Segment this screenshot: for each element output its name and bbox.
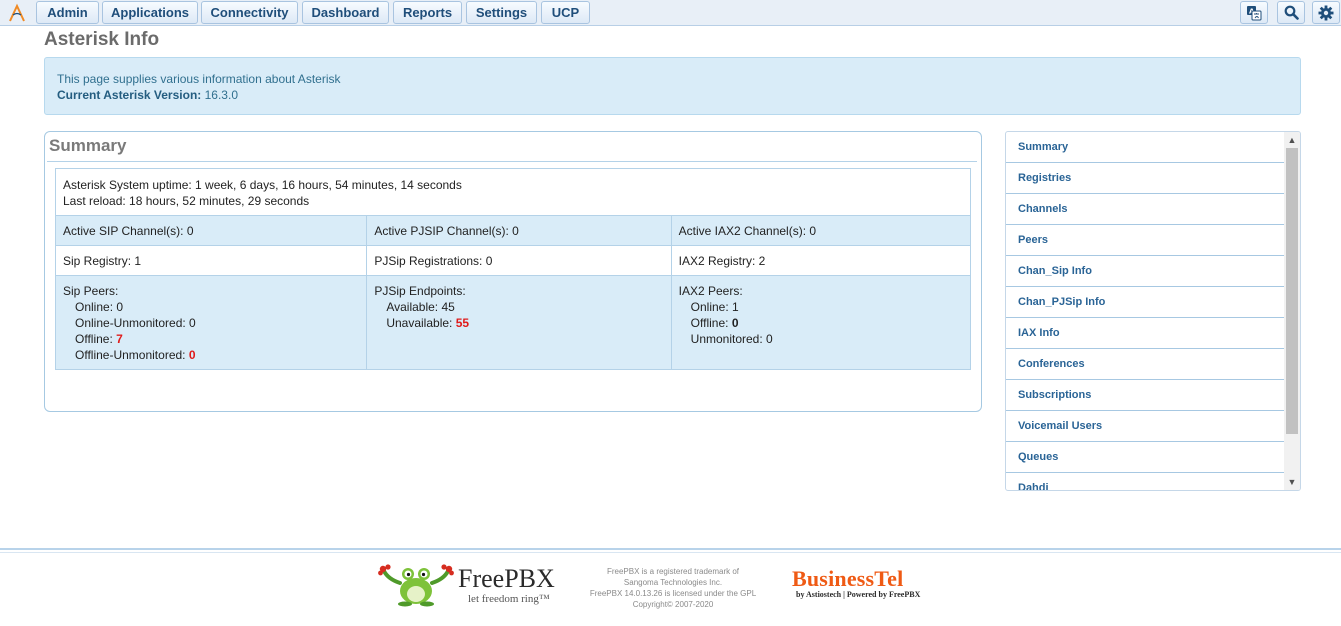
table-row: Sip Peers: Online: 0 Online-Unmonitored:… — [54, 275, 972, 370]
scrollbar-thumb[interactable] — [1286, 148, 1298, 434]
frog-logo-icon — [378, 564, 454, 607]
last-reload-text: Last reload: 18 hours, 52 minutes, 29 se… — [63, 194, 310, 208]
pjsip-registrations-cell: PJSip Registrations: 0 — [366, 245, 672, 276]
pjsip-endpoints-available: Available: 45 — [386, 300, 455, 314]
pjsip-endpoints-cell: PJSip Endpoints: Available: 45 Unavailab… — [366, 275, 672, 370]
scroll-up-icon[interactable]: ▲ — [1287, 135, 1297, 145]
version-value: 16.3.0 — [204, 88, 238, 102]
sip-peers-offline: Offline: 7 — [63, 331, 359, 347]
businesstel-brand: BusinessTel — [792, 566, 904, 591]
uptime-cell: Asterisk System uptime: 1 week, 6 days, … — [55, 168, 971, 216]
version-line: Current Asterisk Version: 16.3.0 — [57, 87, 1288, 103]
iax2-peers-online: Online: 1 — [690, 300, 739, 314]
freepbx-tagline: let freedom ring™ — [468, 593, 550, 605]
scroll-down-icon[interactable]: ▼ — [1287, 477, 1297, 487]
top-navbar: Admin Applications Connectivity Dashboar… — [0, 0, 1341, 26]
nav-ucp-button[interactable]: UCP — [541, 1, 590, 24]
sidebar-item-dahdi[interactable]: Dahdi — [1006, 473, 1284, 490]
businesstel-tagline: by Astiostech | Powered by FreePBX — [796, 590, 921, 599]
version-label: Current Asterisk Version: — [57, 88, 202, 102]
sidebar-item-voicemail-users[interactable]: Voicemail Users — [1006, 411, 1284, 442]
sip-peers-heading: Sip Peers: — [63, 284, 119, 298]
sip-peers-offline-unmonitored: Offline-Unmonitored: 0 — [63, 347, 359, 363]
footer-divider — [0, 548, 1341, 550]
gear-icon — [1318, 5, 1334, 20]
scrollbar[interactable]: ▲ ▼ — [1284, 132, 1300, 490]
legal-line: FreePBX 14.0.13.26 is licensed under the… — [589, 589, 757, 598]
legal-line: Sangoma Technologies Inc. — [623, 578, 723, 587]
uptime-text: Asterisk System uptime: 1 week, 6 days, … — [63, 178, 462, 192]
nav-applications-button[interactable]: Applications — [102, 1, 198, 24]
sip-registry-cell: Sip Registry: 1 — [54, 245, 368, 276]
nav-dashboard-button[interactable]: Dashboard — [302, 1, 389, 24]
nav-reports-button[interactable]: Reports — [393, 1, 462, 24]
summary-panel: Summary Asterisk System uptime: 1 week, … — [44, 131, 982, 412]
sip-channels-cell: Active SIP Channel(s): 0 — [54, 215, 368, 246]
translate-icon: A — [1247, 5, 1262, 20]
iax2-peers-cell: IAX2 Peers: Online: 1 Offline: 0 Unmonit… — [670, 275, 972, 370]
iax2-peers-unmonitored: Unmonitored: 0 — [690, 332, 773, 346]
sidebar-item-chan-pjsip-info[interactable]: Chan_PJSip Info — [1006, 287, 1284, 318]
iax2-peers-offline-label: Offline: — [690, 316, 729, 330]
sidebar-item-registries[interactable]: Registries — [1006, 163, 1284, 194]
table-row: Sip Registry: 1 PJSip Registrations: 0 I… — [54, 245, 972, 276]
sidebar-item-peers[interactable]: Peers — [1006, 225, 1284, 256]
nav-connectivity-button[interactable]: Connectivity — [201, 1, 298, 24]
sidebar-item-channels[interactable]: Channels — [1006, 194, 1284, 225]
iax2-channels-cell: Active IAX2 Channel(s): 0 — [670, 215, 972, 246]
iax2-peers-heading: IAX2 Peers: — [678, 284, 743, 298]
info-text: This page supplies various information a… — [57, 72, 341, 86]
sip-peers-offline-value: 7 — [116, 332, 123, 346]
pjsip-endpoints-unavailable: Unavailable: 55 — [374, 315, 663, 331]
sip-peers-online-unmonitored: Online-Unmonitored: 0 — [75, 316, 196, 330]
sidebar-item-chan-sip-info[interactable]: Chan_Sip Info — [1006, 256, 1284, 287]
sip-peers-online: Online: 0 — [75, 300, 124, 314]
translate-button[interactable]: A — [1240, 1, 1268, 24]
legal-line: FreePBX is a registered trademark of — [606, 567, 740, 576]
freepbx-brand: FreePBX — [458, 564, 555, 593]
pjsip-endpoints-heading: PJSip Endpoints: — [374, 284, 466, 298]
sip-peers-offline-label: Offline: — [75, 332, 113, 346]
pjsip-endpoints-unavailable-value: 55 — [455, 316, 470, 330]
legal-line: Copyright© 2007-2020 — [632, 600, 714, 609]
summary-title: Summary — [49, 136, 127, 155]
summary-divider — [47, 161, 977, 162]
info-alert: This page supplies various information a… — [44, 57, 1301, 115]
table-row: Asterisk System uptime: 1 week, 6 days, … — [55, 168, 971, 216]
settings-button[interactable] — [1312, 1, 1340, 24]
sidebar-item-subscriptions[interactable]: Subscriptions — [1006, 380, 1284, 411]
iax2-peers-offline: Offline: 0 — [679, 315, 963, 331]
freepbx-logo-icon[interactable] — [8, 3, 26, 23]
sip-peers-offline-unmonitored-value: 0 — [188, 348, 196, 362]
footer-divider — [0, 552, 1341, 553]
sip-peers-cell: Sip Peers: Online: 0 Online-Unmonitored:… — [54, 275, 368, 370]
sip-peers-offline-unmonitored-label: Offline-Unmonitored: — [75, 348, 186, 362]
section-nav-list[interactable]: Summary Registries Channels Peers Chan_S… — [1005, 131, 1301, 491]
sidebar-item-conferences[interactable]: Conferences — [1006, 349, 1284, 380]
nav-settings-button[interactable]: Settings — [466, 1, 537, 24]
sidebar-item-iax-info[interactable]: IAX Info — [1006, 318, 1284, 349]
iax2-registry-cell: IAX2 Registry: 2 — [670, 245, 972, 276]
iax2-peers-offline-value: 0 — [731, 316, 739, 330]
nav-admin-button[interactable]: Admin — [36, 1, 99, 24]
legal-text: FreePBX is a registered trademark of San… — [588, 566, 758, 610]
table-row: Active SIP Channel(s): 0 Active PJSIP Ch… — [54, 215, 972, 246]
search-button[interactable] — [1277, 1, 1305, 24]
pjsip-endpoints-unavailable-label: Unavailable: — [386, 316, 453, 330]
summary-table: Asterisk System uptime: 1 week, 6 days, … — [54, 168, 972, 370]
pjsip-channels-cell: Active PJSIP Channel(s): 0 — [366, 215, 672, 246]
sidebar-item-summary[interactable]: Summary — [1006, 132, 1284, 163]
page-title: Asterisk Info — [44, 29, 160, 50]
search-icon — [1284, 5, 1299, 20]
sidebar-item-queues[interactable]: Queues — [1006, 442, 1284, 473]
